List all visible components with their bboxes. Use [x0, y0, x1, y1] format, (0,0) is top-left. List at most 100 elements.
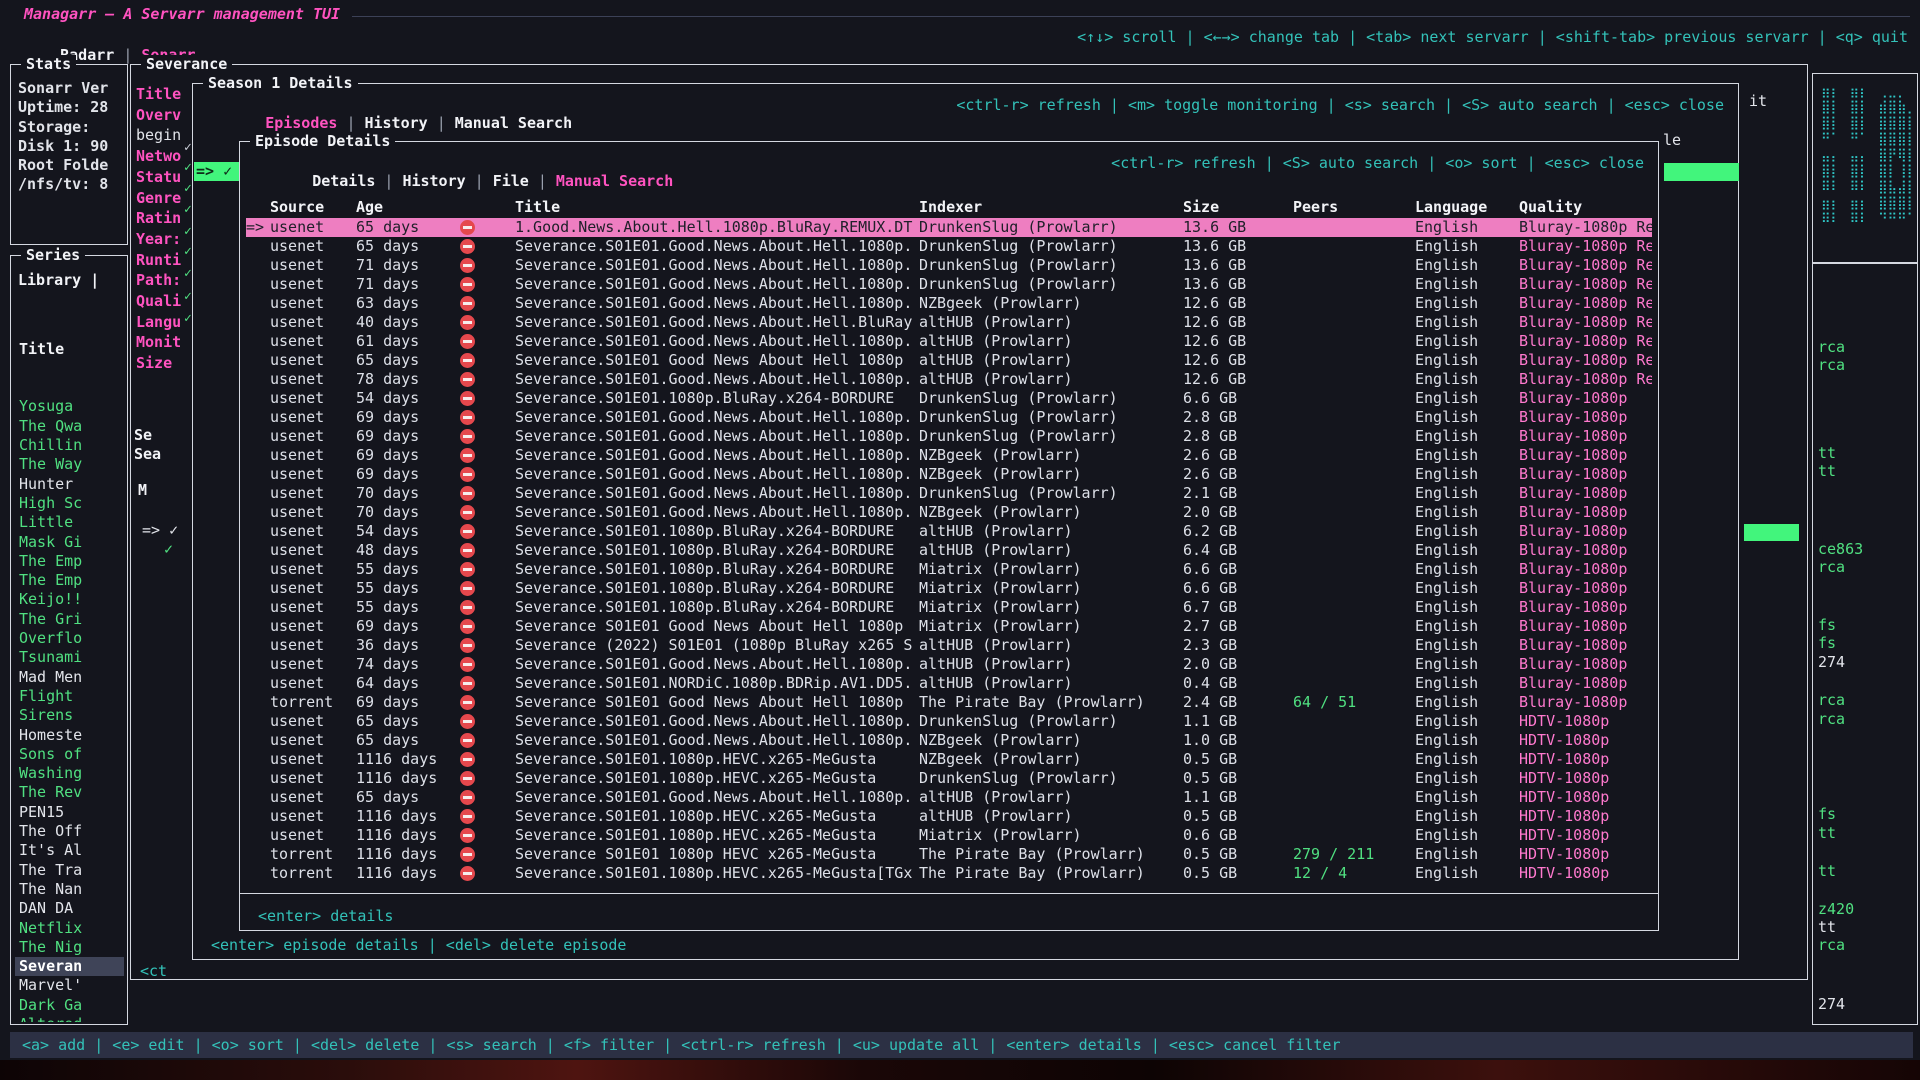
- search-result-row[interactable]: usenet74 daysSeverance.S01E01.Good.News.…: [246, 655, 1652, 674]
- tab-season-history[interactable]: History: [364, 114, 427, 132]
- series-list-item[interactable]: It's Al: [15, 841, 124, 860]
- desktop-wallpaper: [0, 1060, 1920, 1080]
- search-result-row[interactable]: usenet55 daysSeverance.S01E01.1080p.BluR…: [246, 560, 1652, 579]
- tab-ep-history[interactable]: History: [402, 172, 465, 190]
- series-list-item[interactable]: The Rev: [15, 783, 124, 802]
- series-list-item[interactable]: Washing: [15, 764, 124, 783]
- search-result-row[interactable]: usenet69 daysSeverance.S01E01.Good.News.…: [246, 465, 1652, 484]
- search-result-row[interactable]: usenet65 daysSeverance.S01E01.Good.News.…: [246, 712, 1652, 731]
- search-result-row[interactable]: usenet71 daysSeverance.S01E01.Good.News.…: [246, 275, 1652, 294]
- search-result-row[interactable]: usenet71 daysSeverance.S01E01.Good.News.…: [246, 256, 1652, 275]
- search-result-row[interactable]: usenet70 daysSeverance.S01E01.Good.News.…: [246, 503, 1652, 522]
- series-list-item[interactable]: Sirens: [15, 706, 124, 725]
- result-indexer: DrunkenSlug (Prowlarr): [919, 769, 1183, 788]
- stats-line: Storage:: [18, 118, 124, 137]
- stats-line: Uptime: 28: [18, 98, 124, 117]
- series-list-item[interactable]: Keijo!!: [15, 590, 124, 609]
- search-result-row[interactable]: usenet40 daysSeverance.S01E01.Good.News.…: [246, 313, 1652, 332]
- series-list-item[interactable]: Yosuga: [15, 397, 124, 416]
- search-result-row[interactable]: usenet65 daysSeverance.S01E01 Good News …: [246, 351, 1652, 370]
- search-result-row[interactable]: usenet69 daysSeverance.S01E01.Good.News.…: [246, 446, 1652, 465]
- series-list-item[interactable]: The Emp: [15, 552, 124, 571]
- series-list-item[interactable]: Mad Men: [15, 668, 124, 687]
- tab-episodes[interactable]: Episodes: [265, 114, 337, 132]
- series-list-item[interactable]: Severan: [15, 957, 124, 976]
- result-quality: Bluray-1080p Re: [1519, 313, 1652, 332]
- result-indexer: NZBgeek (Prowlarr): [919, 446, 1183, 465]
- search-result-row[interactable]: usenet78 daysSeverance.S01E01.Good.News.…: [246, 370, 1652, 389]
- tab-ep-file[interactable]: File: [493, 172, 529, 190]
- search-result-row[interactable]: usenet54 daysSeverance.S01E01.1080p.BluR…: [246, 389, 1652, 408]
- result-age: 54 days: [356, 389, 460, 408]
- series-list-item[interactable]: Tsunami: [15, 648, 124, 667]
- search-result-row[interactable]: usenet54 daysSeverance.S01E01.1080p.BluR…: [246, 522, 1652, 541]
- result-language: English: [1415, 389, 1519, 408]
- search-result-row[interactable]: usenet1116 daysSeverance.S01E01.1080p.HE…: [246, 807, 1652, 826]
- series-list-item[interactable]: Chillin: [15, 436, 124, 455]
- search-result-row[interactable]: usenet65 daysSeverance.S01E01.Good.News.…: [246, 731, 1652, 750]
- series-library-tab[interactable]: Library |: [18, 271, 99, 289]
- logo-art-line: ⠛⠁⠀⠛⠁⠀⣿⣿⣿⡇: [1821, 132, 1916, 148]
- series-list-item[interactable]: Hunter: [15, 475, 124, 494]
- search-result-row[interactable]: usenet55 daysSeverance.S01E01.1080p.BluR…: [246, 598, 1652, 617]
- series-list-item[interactable]: Netflix: [15, 919, 124, 938]
- search-result-row[interactable]: torrent69 daysSeverance S01E01 Good News…: [246, 693, 1652, 712]
- search-result-row[interactable]: usenet65 daysSeverance.S01E01.Good.News.…: [246, 788, 1652, 807]
- tab-ep-details[interactable]: Details: [312, 172, 375, 190]
- series-list-item[interactable]: Flight: [15, 687, 124, 706]
- result-reject-cell: [460, 638, 515, 653]
- search-result-row[interactable]: =>usenet65 days1.Good.News.About.Hell.10…: [246, 218, 1652, 237]
- stats-line: /nfs/tv: 8: [18, 175, 124, 194]
- result-indexer: Miatrix (Prowlarr): [919, 617, 1183, 636]
- series-list-item[interactable]: Dark Ga: [15, 996, 124, 1015]
- result-indexer: altHUB (Prowlarr): [919, 807, 1183, 826]
- series-list-item[interactable]: DAN DA: [15, 899, 124, 918]
- rejected-icon: [460, 296, 475, 311]
- result-language: English: [1415, 275, 1519, 294]
- search-result-row[interactable]: usenet69 daysSeverance.S01E01.Good.News.…: [246, 427, 1652, 446]
- search-result-row[interactable]: usenet1116 daysSeverance.S01E01.1080p.HE…: [246, 750, 1652, 769]
- result-reject-cell: [460, 562, 515, 577]
- search-result-row[interactable]: usenet61 daysSeverance.S01E01.Good.News.…: [246, 332, 1652, 351]
- series-list-item[interactable]: Mask Gi: [15, 533, 124, 552]
- series-list-item[interactable]: The Tra: [15, 861, 124, 880]
- series-list-item[interactable]: The Emp: [15, 571, 124, 590]
- series-list-item[interactable]: The Gri: [15, 610, 124, 629]
- top-keybinds: <↑↓> scroll | <←→> change tab | <tab> ne…: [1077, 28, 1908, 46]
- rejected-icon: [460, 733, 475, 748]
- series-list-item[interactable]: The Way: [15, 455, 124, 474]
- search-result-row[interactable]: torrent1116 daysSeverance.S01E01.1080p.H…: [246, 864, 1652, 883]
- series-list-item[interactable]: Sons of: [15, 745, 124, 764]
- series-list-item[interactable]: The Nig: [15, 938, 124, 957]
- search-result-row[interactable]: usenet65 daysSeverance.S01E01.Good.News.…: [246, 237, 1652, 256]
- series-list-item[interactable]: The Qwa: [15, 417, 124, 436]
- result-age: 1116 days: [356, 769, 460, 788]
- search-result-row[interactable]: usenet36 daysSeverance (2022) S01E01 (10…: [246, 636, 1652, 655]
- result-quality: Bluray-1080p Re: [1519, 351, 1652, 370]
- tab-season-manual-search[interactable]: Manual Search: [455, 114, 572, 132]
- series-list-item[interactable]: Homeste: [15, 726, 124, 745]
- search-result-row[interactable]: usenet55 daysSeverance.S01E01.1080p.BluR…: [246, 579, 1652, 598]
- series-list-item[interactable]: PEN15: [15, 803, 124, 822]
- series-list-item[interactable]: Marvel': [15, 976, 124, 995]
- search-result-row[interactable]: usenet64 daysSeverance.S01E01.NORDiC.108…: [246, 674, 1652, 693]
- series-list-item[interactable]: The Nan: [15, 880, 124, 899]
- series-list-item[interactable]: Little: [15, 513, 124, 532]
- search-result-row[interactable]: usenet70 daysSeverance.S01E01.Good.News.…: [246, 484, 1652, 503]
- search-result-row[interactable]: torrent1116 daysSeverance S01E01 1080p H…: [246, 845, 1652, 864]
- tab-ep-manual-search[interactable]: Manual Search: [556, 172, 673, 190]
- search-result-row[interactable]: usenet69 daysSeverance S01E01 Good News …: [246, 617, 1652, 636]
- search-result-row[interactable]: usenet1116 daysSeverance.S01E01.1080p.HE…: [246, 769, 1652, 788]
- result-source: usenet: [270, 332, 356, 351]
- series-list-item[interactable]: Overflo: [15, 629, 124, 648]
- series-list-item[interactable]: High Sc: [15, 494, 124, 513]
- search-result-row[interactable]: usenet69 daysSeverance.S01E01.Good.News.…: [246, 408, 1652, 427]
- column-header: Age: [356, 198, 460, 217]
- result-age: 55 days: [356, 598, 460, 617]
- series-list-item[interactable]: Altered: [15, 1015, 124, 1022]
- series-list-item[interactable]: The Off: [15, 822, 124, 841]
- search-result-row[interactable]: usenet63 daysSeverance.S01E01.Good.News.…: [246, 294, 1652, 313]
- rejected-icon: [460, 505, 475, 520]
- search-result-row[interactable]: usenet48 daysSeverance.S01E01.1080p.BluR…: [246, 541, 1652, 560]
- search-result-row[interactable]: usenet1116 daysSeverance.S01E01.1080p.HE…: [246, 826, 1652, 845]
